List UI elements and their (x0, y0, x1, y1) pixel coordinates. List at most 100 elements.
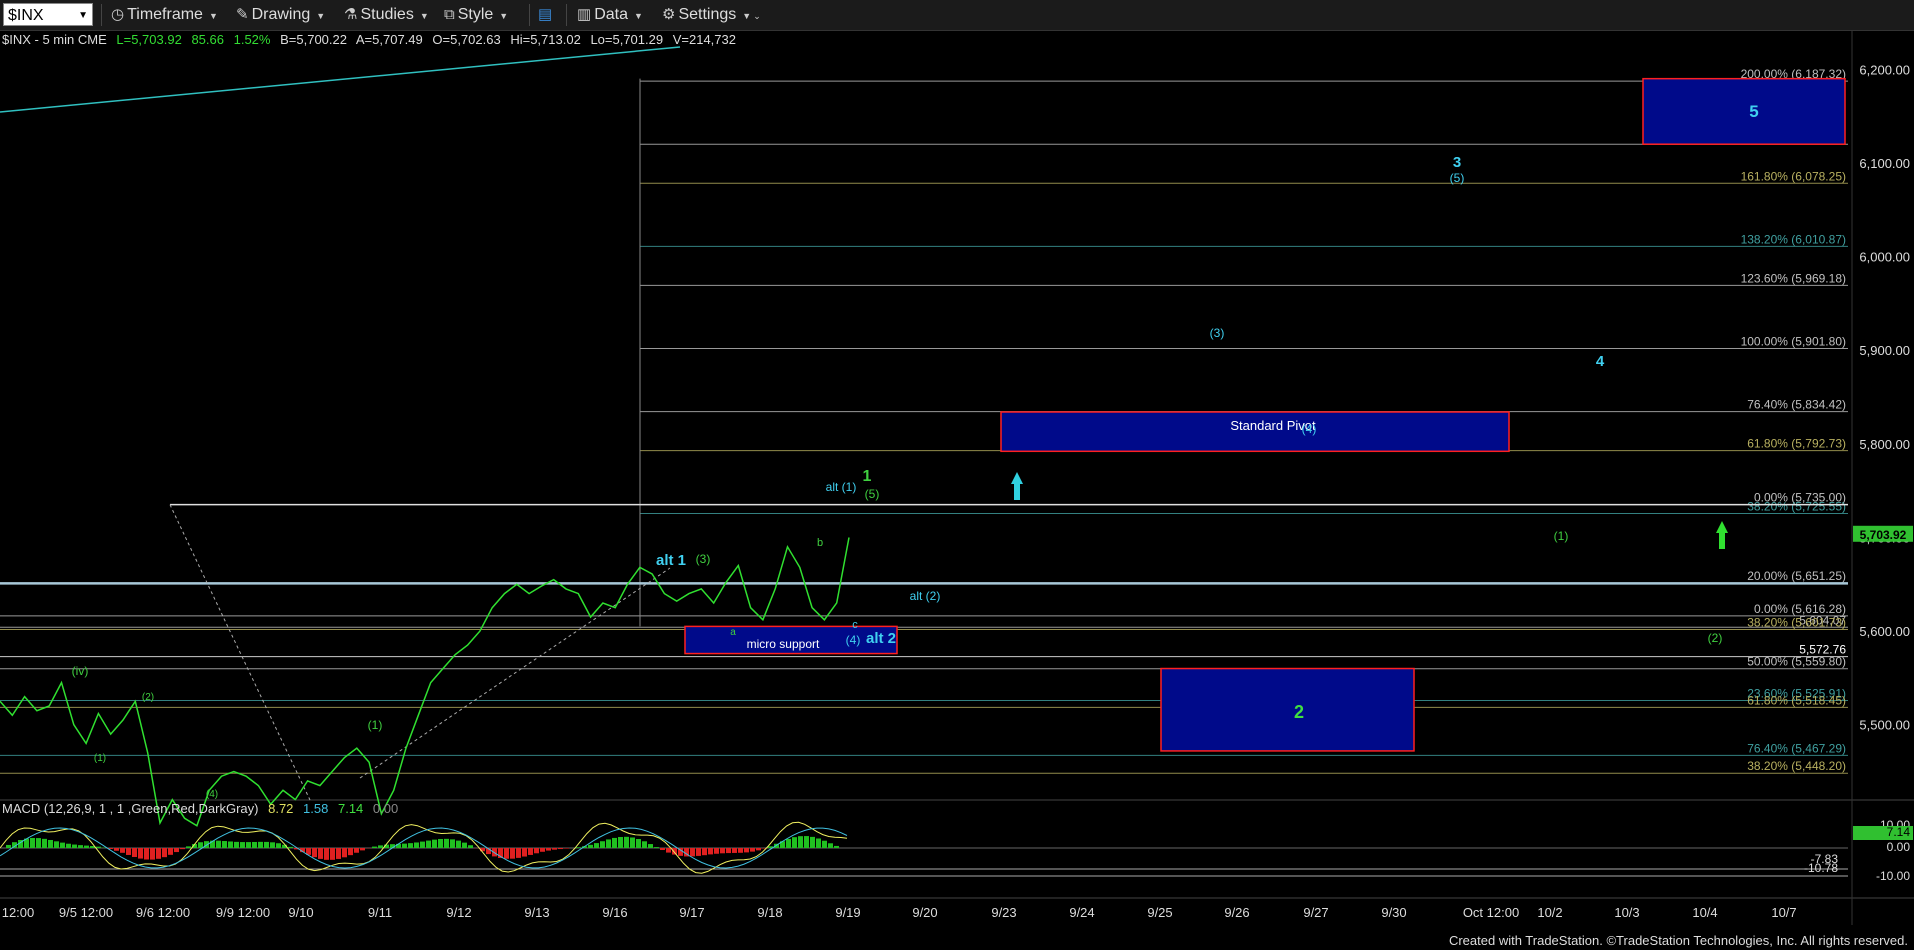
wave-label: (4) (846, 633, 861, 647)
macd-histogram-bar (756, 848, 761, 851)
macd-histogram-bar (714, 848, 719, 854)
x-tick-label: 9/5 12:00 (59, 905, 113, 920)
macd-histogram-bar (600, 841, 605, 848)
macd-histogram-bar (264, 841, 269, 848)
quote-line: $INX - 5 min CME L=5,703.92 85.66 1.52% … (2, 32, 742, 47)
x-tick-label: 12:00 (2, 905, 35, 920)
macd-histogram-bar (318, 848, 323, 859)
macd-histogram-bar (528, 848, 533, 855)
macd-histogram-bar (444, 838, 449, 848)
macd-histogram-bar (708, 848, 713, 855)
macd-histogram-bar (738, 848, 743, 853)
wave-label: b (817, 537, 823, 549)
x-tick-label: 10/4 (1692, 905, 1717, 920)
macd-histogram-bar (324, 848, 329, 860)
wave-label: 1 (863, 468, 872, 485)
macd-histogram-bar (516, 848, 521, 858)
wave-label: (1) (1554, 529, 1569, 543)
macd-histogram-bar (612, 837, 617, 848)
fib-label: 61.80% (5,518.45) (1747, 693, 1846, 707)
last-price-label: 5,703.92 (1860, 528, 1907, 542)
macd-histogram-bar (798, 836, 803, 848)
quote-low: Lo=5,701.29 (590, 32, 664, 47)
macd-histogram-bar (624, 836, 629, 848)
macd-histogram-bar (510, 848, 515, 859)
macd-histogram-bar (276, 843, 281, 848)
x-tick-label: 9/18 (757, 905, 782, 920)
macd-axis-label: -10.00 (1876, 869, 1910, 883)
macd-histogram-bar (252, 841, 257, 848)
macd-histogram-bar (720, 848, 725, 854)
macd-histogram-bar (354, 848, 359, 853)
x-tick-label: 9/20 (912, 905, 937, 920)
macd-histogram-bar (120, 848, 125, 853)
wave-label: (2) (142, 692, 154, 703)
macd-histogram-bar (126, 848, 131, 855)
macd-histogram-bar (30, 837, 35, 848)
macd-histogram-bar (288, 846, 293, 848)
macd-histogram-bar (702, 848, 707, 856)
macd-histogram-bar (816, 838, 821, 848)
macd-histogram-bar (414, 842, 419, 848)
fib-label: 38.20% (5,725.55) (1747, 500, 1846, 514)
x-tick-label: 9/19 (835, 905, 860, 920)
macd-histogram-bar (540, 848, 545, 852)
macd-value-4: 0.00 (372, 801, 399, 816)
trend-line (0, 46, 681, 113)
macd-histogram-bar (522, 848, 527, 857)
zone-label: 5 (1749, 102, 1758, 121)
macd-histogram-bar (804, 836, 809, 848)
target-zone (1160, 667, 1415, 752)
macd-histogram-bar (144, 848, 149, 860)
macd-histogram-bar (270, 842, 275, 848)
macd-histogram-bar (456, 840, 461, 848)
macd-histogram-bar (372, 846, 377, 848)
footer-credit: Created with TradeStation. ©TradeStation… (1448, 933, 1908, 948)
macd-histogram-bar (162, 848, 167, 858)
quote-open: O=5,702.63 (432, 32, 501, 47)
fib-label: 38.20% (5,448.20) (1747, 759, 1846, 773)
x-tick-label: 9/10 (288, 905, 313, 920)
macd-histogram-bar (630, 837, 635, 848)
x-tick-label: 9/25 (1147, 905, 1172, 920)
macd-title: MACD (12,26,9, 1 , 1 ,Green,Red,DarkGray… (2, 801, 259, 816)
macd-histogram-bar (42, 838, 47, 848)
wave-label: (5) (1450, 171, 1465, 185)
x-tick-label: 9/27 (1303, 905, 1328, 920)
quote-symbol: $INX - 5 min CME (2, 32, 107, 47)
macd-histogram-bar (618, 836, 623, 848)
up-arrow-icon (1716, 521, 1728, 549)
macd-histogram-bar (426, 840, 431, 848)
fib-label: 123.60% (5,969.18) (1741, 271, 1846, 285)
fib-label: 138.20% (6,010.87) (1741, 232, 1846, 246)
macd-histogram-bar (744, 848, 749, 853)
x-tick-label: 9/24 (1069, 905, 1094, 920)
wave-label: 3 (1453, 154, 1461, 171)
quote-high: Hi=5,713.02 (510, 32, 581, 47)
macd-histogram-bar (732, 848, 737, 853)
quote-bid: B=5,700.22 (280, 32, 347, 47)
quote-volume: V=214,732 (672, 32, 736, 47)
quote-last: L=5,703.92 (116, 32, 182, 47)
macd-histogram-bar (174, 848, 179, 853)
macd-histogram-bar (150, 848, 155, 860)
fib-label: 20.00% (5,651.25) (1747, 569, 1846, 583)
macd-histogram-bar (78, 845, 83, 848)
macd-axis-label: 0.00 (1887, 840, 1911, 854)
target-zone (1642, 77, 1846, 145)
macd-label: MACD (12,26,9, 1 , 1 ,Green,Red,DarkGray… (2, 801, 398, 816)
macd-histogram-bar (60, 842, 65, 848)
macd-histogram-bar (672, 848, 677, 855)
wave-label: alt 2 (866, 630, 896, 647)
wave-label: (3) (696, 552, 711, 566)
macd-histogram-bar (156, 848, 161, 859)
macd-histogram-bar (330, 848, 335, 860)
macd-histogram-bar (138, 848, 143, 859)
x-tick-label: 9/23 (991, 905, 1016, 920)
fib-label: 76.40% (5,834.42) (1747, 398, 1846, 412)
macd-histogram-bar (84, 845, 89, 848)
macd-histogram-bar (198, 842, 203, 848)
quote-pct: 1.52% (233, 32, 271, 47)
macd-histogram-bar (420, 841, 425, 848)
macd-histogram-bar (792, 837, 797, 848)
